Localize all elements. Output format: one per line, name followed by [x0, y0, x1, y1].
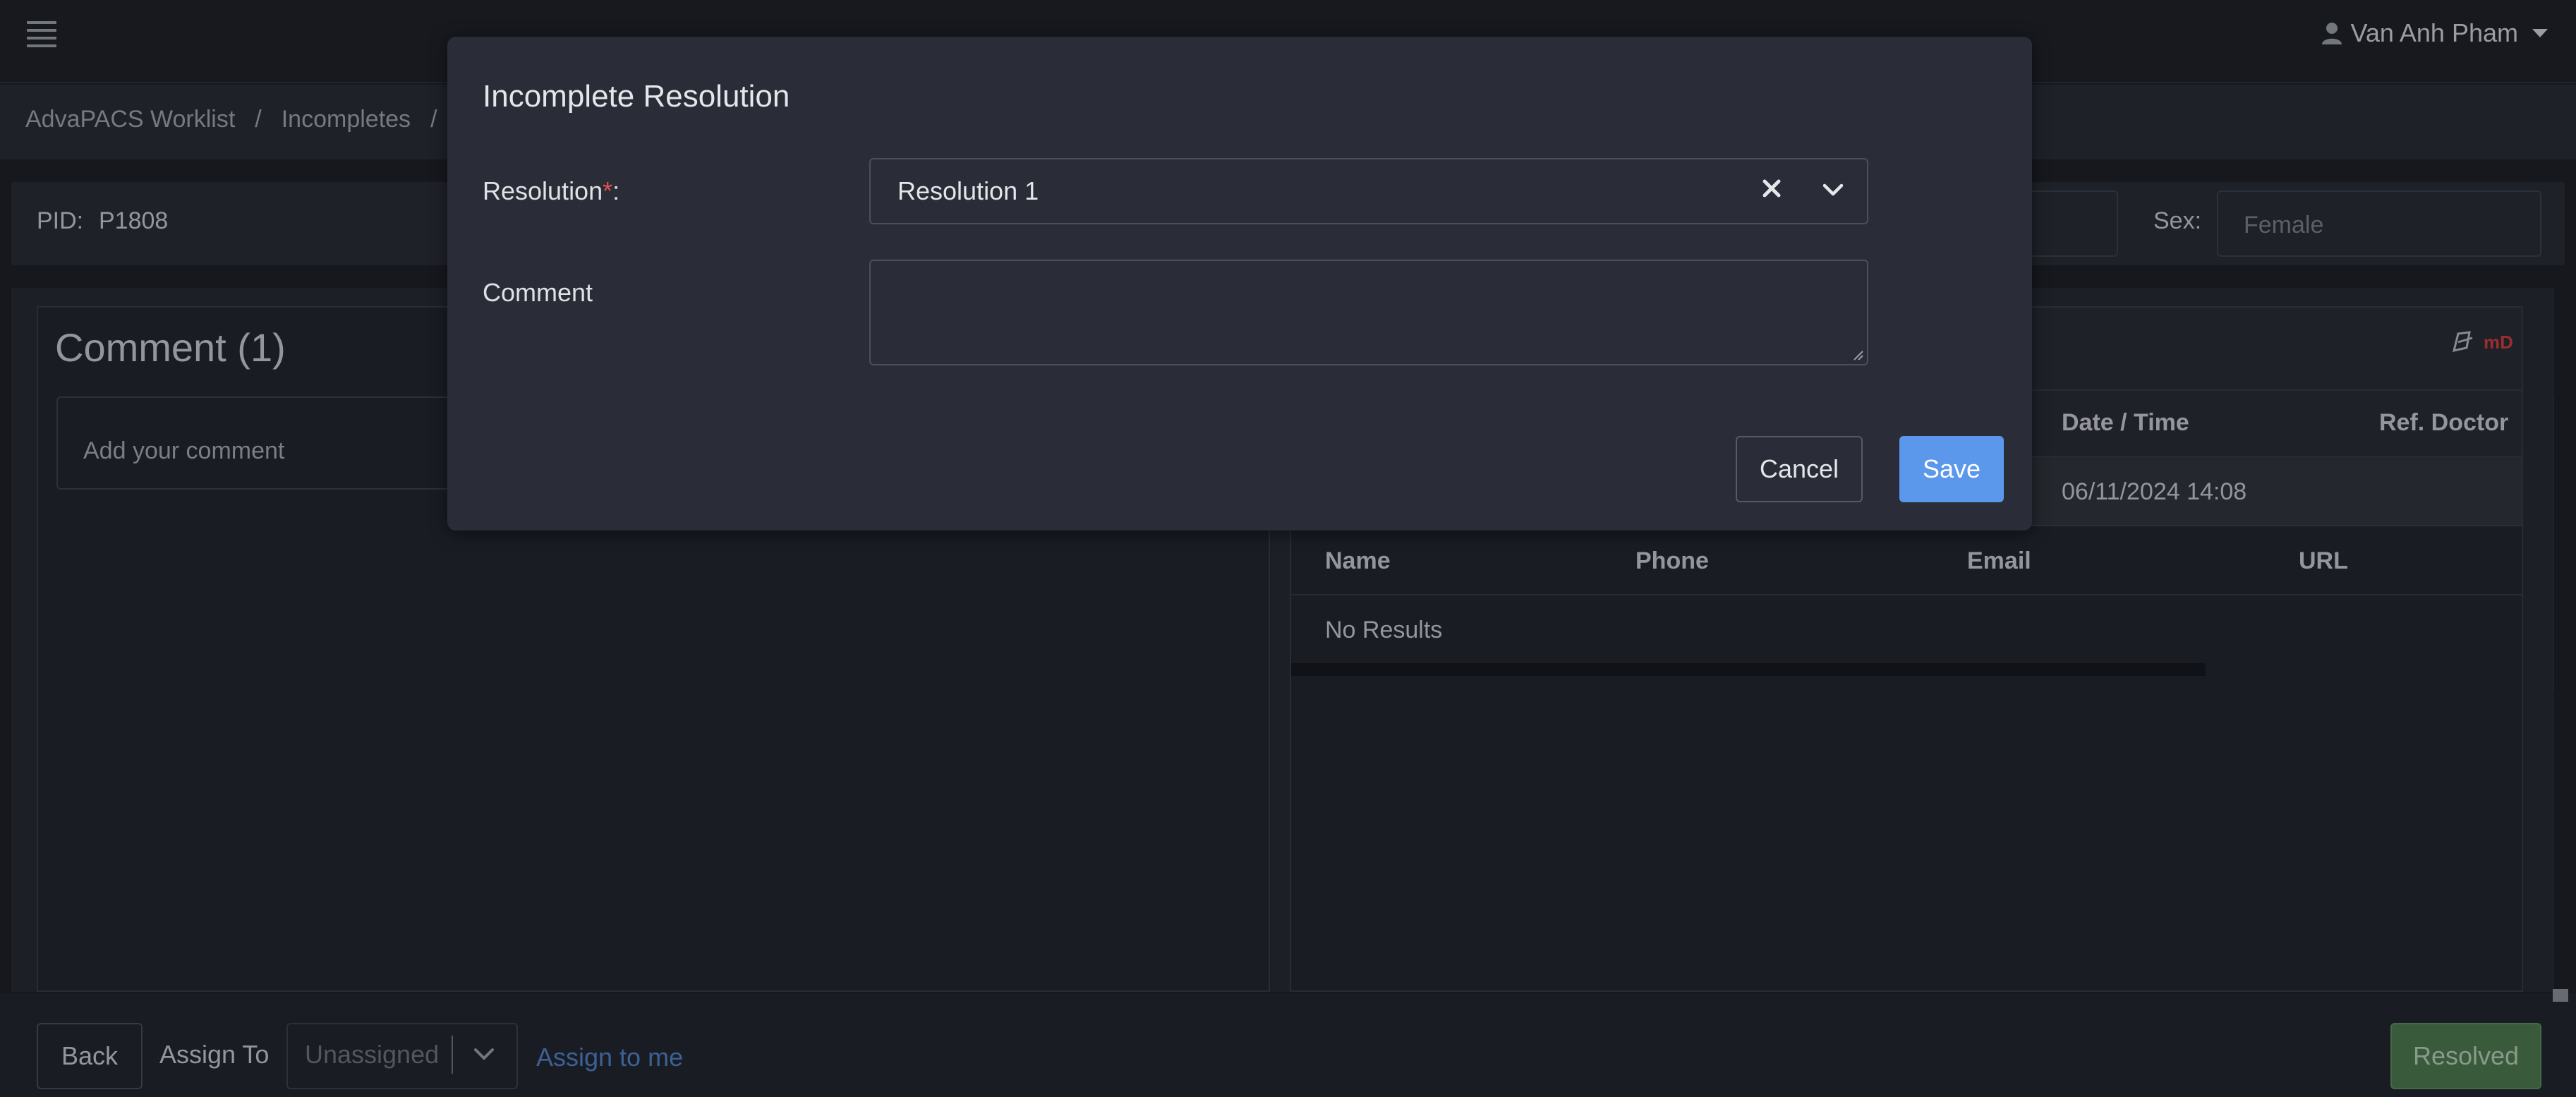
clear-icon[interactable]: [1760, 176, 1784, 200]
resolution-label: Resolution*:: [483, 176, 619, 206]
required-mark: *: [603, 176, 613, 205]
label-colon: :: [612, 176, 620, 205]
cancel-button[interactable]: Cancel: [1736, 436, 1863, 502]
resize-grip-icon[interactable]: [1851, 349, 1864, 361]
chevron-down-icon[interactable]: [1820, 181, 1846, 200]
comment-textarea[interactable]: [869, 260, 1868, 365]
save-button[interactable]: Save: [1899, 436, 2004, 502]
dialog-title: Incomplete Resolution: [483, 79, 790, 114]
resolution-label-text: Resolution: [483, 176, 603, 205]
comment-label: Comment: [483, 278, 593, 307]
resolution-selected-value: Resolution 1: [897, 176, 1039, 205]
